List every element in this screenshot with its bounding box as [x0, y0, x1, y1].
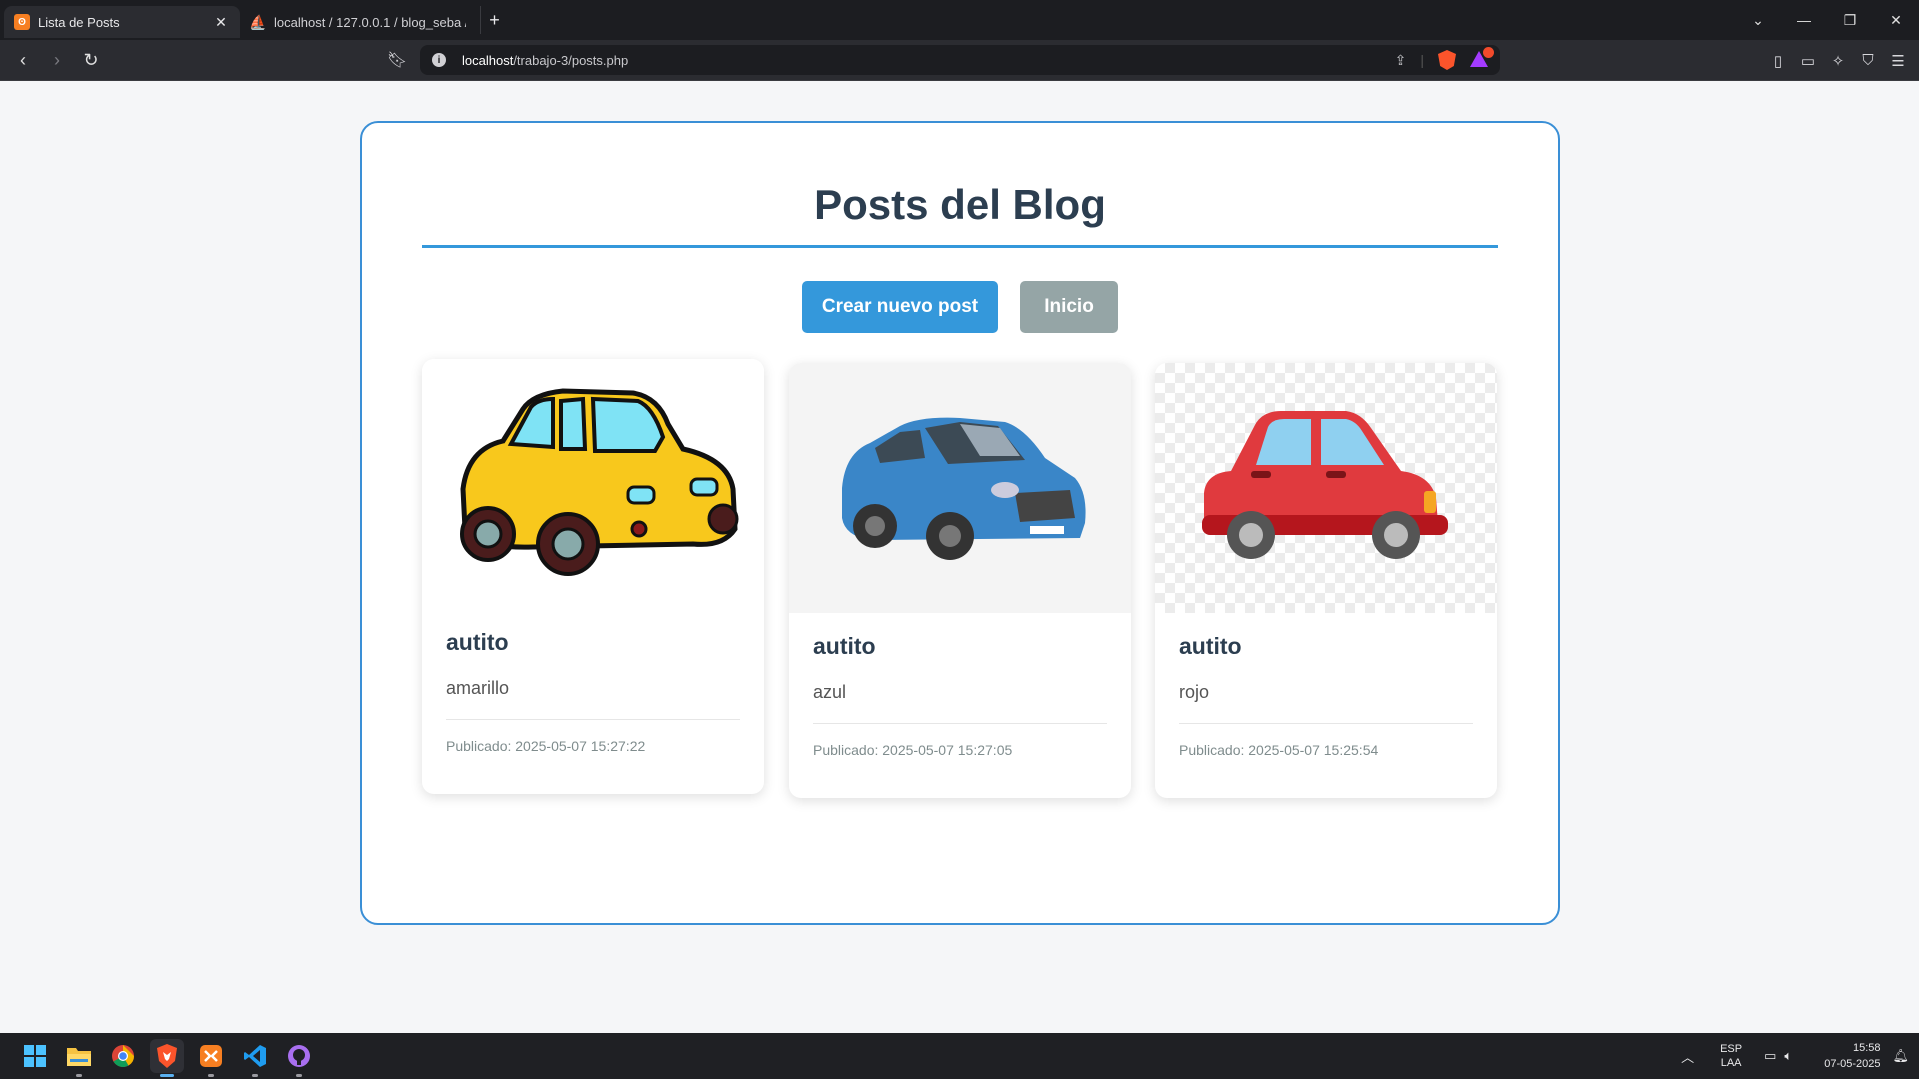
restore-icon[interactable]: ❐: [1827, 12, 1873, 29]
tab-search-chevron-icon[interactable]: ⌄: [1735, 12, 1781, 29]
card-divider: [813, 723, 1107, 724]
brave-rewards-icon[interactable]: [1470, 47, 1494, 69]
vscode-icon[interactable]: [238, 1039, 272, 1077]
post-date: Publicado: 2025-05-07 15:27:05: [813, 742, 1013, 758]
yellow-car-icon: [460, 388, 739, 576]
clock-time: 15:58: [1852, 1042, 1881, 1054]
forward-icon[interactable]: ›: [42, 45, 72, 75]
post-title: autito: [446, 629, 509, 655]
browser-toolbar: ‹ › ↻ 🔖︎ i localhost/trabajo-3/posts.php…: [0, 40, 1919, 81]
new-tab-button[interactable]: +: [480, 6, 508, 34]
post-image-yellow-car: [422, 359, 764, 609]
tab-title: localhost / 127.0.0.1 / blog_seba / p: [274, 14, 466, 30]
post-content: azul: [813, 682, 847, 702]
card-divider: [446, 719, 740, 720]
wallet-icon[interactable]: ▭: [1793, 52, 1823, 70]
brave-shields-icon[interactable]: [1438, 50, 1456, 70]
page-title: Posts del Blog: [814, 181, 1106, 228]
system-tray: ︿ ESP LAA ▭🔈︎ 15:58 07-05-2025 🔔︎: [1681, 1033, 1909, 1079]
xampp-icon[interactable]: [194, 1039, 228, 1077]
file-explorer-icon[interactable]: [62, 1039, 96, 1077]
brave-icon[interactable]: [150, 1039, 184, 1077]
post-date: Publicado: 2025-05-07 15:25:54: [1179, 742, 1379, 758]
post-card: autito azul Publicado: 2025-05-07 15:27:…: [789, 363, 1131, 798]
site-info-icon[interactable]: i: [432, 53, 446, 67]
clock[interactable]: 15:58 07-05-2025: [1824, 1040, 1880, 1072]
url-text: localhost/trabajo-3/posts.php: [462, 52, 629, 68]
start-icon[interactable]: [18, 1039, 52, 1073]
post-content: rojo: [1179, 682, 1210, 702]
post-title: autito: [1179, 633, 1242, 659]
phpmyadmin-favicon-icon: ⛵: [249, 13, 267, 30]
action-buttons: Crear nuevo post Inicio: [362, 281, 1558, 333]
notifications-icon[interactable]: 🔔︎: [1892, 1048, 1909, 1064]
post-card: autito amarillo Publicado: 2025-05-07 15…: [422, 359, 764, 794]
close-tab-icon[interactable]: ✕: [212, 14, 230, 31]
address-bar[interactable]: i localhost/trabajo-3/posts.php ⇪ |: [420, 45, 1500, 75]
sidebar-icon[interactable]: ▯: [1763, 52, 1793, 70]
bookmark-icon[interactable]: 🔖︎: [384, 46, 410, 74]
red-car-icon: [1202, 411, 1448, 559]
tab-phpmyadmin[interactable]: ⛵ localhost / 127.0.0.1 / blog_seba / p: [240, 6, 476, 38]
post-content: amarillo: [446, 678, 510, 698]
close-window-icon[interactable]: ✕: [1873, 12, 1919, 29]
reload-icon[interactable]: ↻: [76, 45, 106, 75]
post-card: autito rojo Publicado: 2025-05-07 15:25:…: [1155, 363, 1497, 798]
xampp-favicon-icon: ʘ: [14, 14, 30, 30]
show-hidden-icons-icon[interactable]: ︿: [1681, 1047, 1694, 1066]
minimize-icon[interactable]: —: [1781, 12, 1827, 28]
post-title: autito: [813, 633, 876, 659]
create-post-button[interactable]: Crear nuevo post: [802, 281, 998, 333]
toolbar-right-tools: ▯ ▭ ✧ ⛉ ☰: [1763, 40, 1913, 81]
blog-container: Posts del Blog Crear nuevo post Inicio a…: [360, 121, 1560, 925]
page-viewport: Posts del Blog Crear nuevo post Inicio a…: [0, 81, 1919, 1033]
menu-icon[interactable]: ☰: [1883, 52, 1913, 70]
card-divider: [1179, 723, 1473, 724]
github-desktop-icon[interactable]: [282, 1039, 316, 1077]
windows-taskbar: ︿ ESP LAA ▭🔈︎ 15:58 07-05-2025 🔔︎: [0, 1033, 1919, 1079]
share-icon[interactable]: ⇪: [1395, 52, 1407, 69]
back-icon[interactable]: ‹: [8, 45, 38, 75]
vpn-icon[interactable]: ⛉: [1853, 52, 1883, 69]
chrome-icon[interactable]: [106, 1039, 140, 1073]
leo-ai-icon[interactable]: ✧: [1823, 52, 1853, 70]
separator: |: [1420, 52, 1424, 68]
post-date: Publicado: 2025-05-07 15:27:22: [446, 738, 646, 754]
tab-title: Lista de Posts: [38, 14, 120, 30]
post-image-blue-suv: [789, 363, 1131, 613]
title-underline: [422, 245, 1498, 248]
language-indicator[interactable]: ESP LAA: [1720, 1042, 1742, 1070]
blue-suv-icon: [842, 417, 1086, 560]
tab-lista-de-posts[interactable]: ʘ Lista de Posts ✕: [4, 6, 240, 38]
post-image-red-car: [1155, 363, 1497, 613]
clock-date: 07-05-2025: [1824, 1058, 1881, 1070]
network-volume-icons[interactable]: ▭🔈︎: [1764, 1048, 1800, 1064]
window-controls: ⌄ — ❐ ✕: [1735, 0, 1919, 40]
tab-strip: ʘ Lista de Posts ✕ ⛵ localhost / 127.0.0…: [0, 0, 1919, 40]
home-button[interactable]: Inicio: [1020, 281, 1118, 333]
